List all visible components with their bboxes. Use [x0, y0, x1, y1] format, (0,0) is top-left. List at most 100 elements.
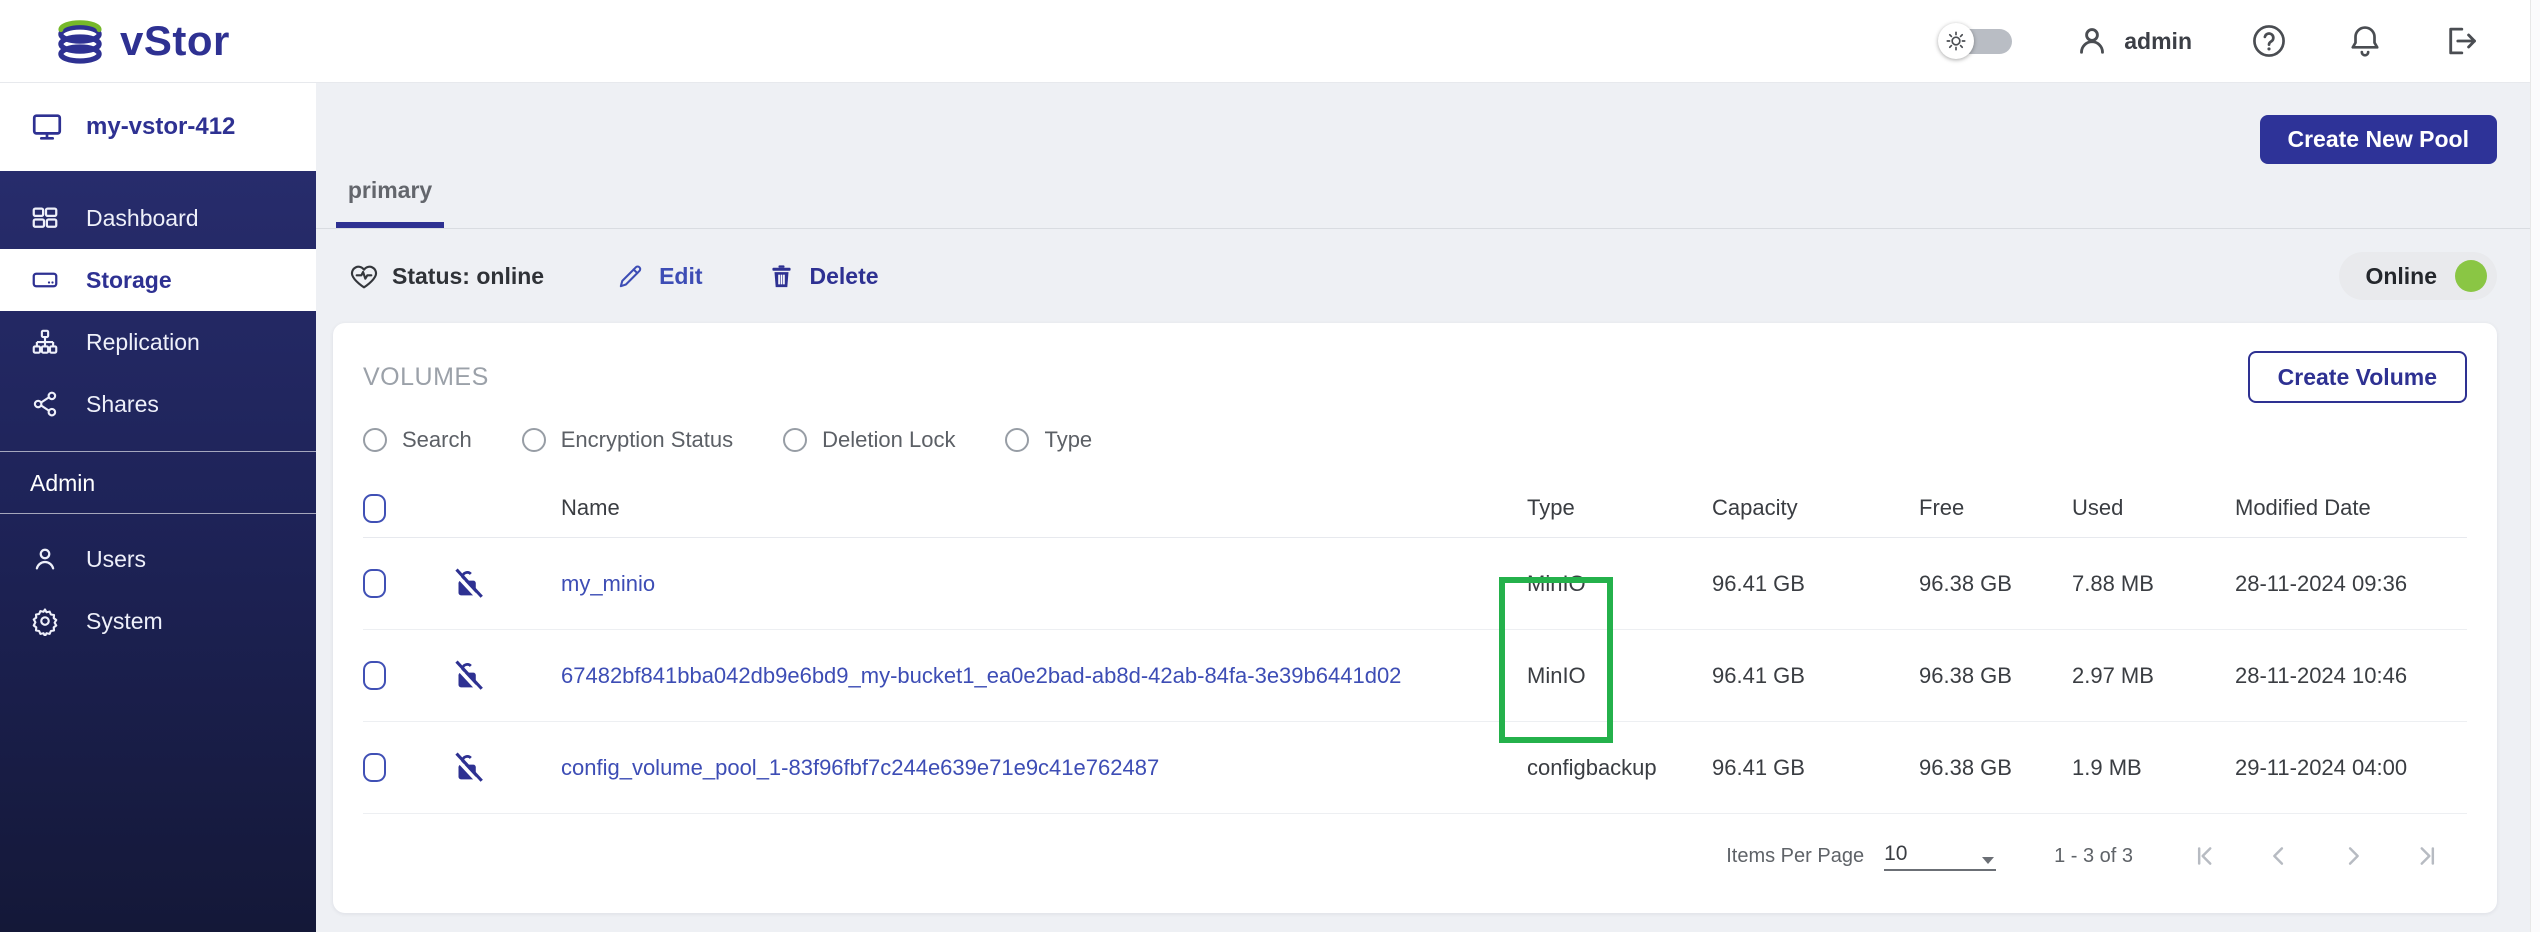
sidebar-item-shares[interactable]: Shares — [0, 373, 316, 435]
volume-free: 96.38 GB — [1857, 755, 2022, 781]
column-header-used: Used — [2022, 495, 2177, 521]
share-icon — [30, 389, 60, 419]
heart-pulse-icon — [348, 260, 380, 292]
gear-icon — [30, 606, 60, 636]
row-checkbox[interactable] — [363, 661, 386, 690]
volume-type: configbackup — [1507, 755, 1657, 781]
dashboard-icon — [30, 203, 60, 233]
database-stack-icon — [52, 15, 108, 67]
sidebar-item-storage[interactable]: Storage — [0, 249, 316, 311]
table-header-row: Name Type Capacity Free Used Modified Da… — [363, 479, 2467, 538]
vstor-logo: vStor — [52, 15, 230, 67]
volumes-table: Name Type Capacity Free Used Modified Da… — [363, 479, 2467, 814]
monitor-icon — [30, 110, 64, 144]
volume-free: 96.38 GB — [1857, 571, 2022, 597]
last-page-icon[interactable] — [2413, 842, 2441, 870]
pool-status-row: Status: online Edit — [316, 229, 2540, 323]
pool-header: Create New Pool primary — [316, 83, 2540, 229]
create-new-pool-button[interactable]: Create New Pool — [2260, 115, 2498, 164]
sidebar-item-dashboard[interactable]: Dashboard — [0, 187, 316, 249]
volume-modified-date: 29-11-2024 04:00 — [2177, 755, 2467, 781]
edit-pool-button[interactable]: Edit — [616, 262, 702, 291]
help-icon[interactable] — [2250, 22, 2288, 60]
notifications-icon[interactable] — [2346, 22, 2384, 60]
node-selector[interactable]: my-vstor-412 — [0, 83, 316, 171]
theme-toggle[interactable] — [1938, 21, 2016, 61]
pool-status: Status: online — [348, 260, 544, 292]
filter-encryption-status[interactable]: Encryption Status — [522, 427, 733, 453]
volume-used: 2.97 MB — [2022, 663, 2177, 689]
circle-icon — [783, 428, 807, 452]
sidebar-item-replication[interactable]: Replication — [0, 311, 316, 373]
volume-name-link[interactable]: config_volume_pool_1-83f96fbf7c244e639e7… — [513, 755, 1507, 781]
select-all-checkbox[interactable] — [363, 494, 386, 523]
user-name: admin — [2124, 28, 2192, 55]
volume-type: MinIO — [1507, 663, 1657, 689]
sidebar-item-label: Replication — [86, 329, 200, 356]
items-per-page-select[interactable]: 10 — [1884, 842, 1996, 871]
filter-search[interactable]: Search — [363, 427, 472, 453]
table-row: my_minio MinIO 96.41 GB 96.38 GB 7.88 MB… — [363, 538, 2467, 630]
main-content: Create New Pool primary Status: online — [316, 83, 2540, 932]
user-icon — [2074, 23, 2110, 59]
volume-capacity: 96.41 GB — [1657, 663, 1857, 689]
sidebar-item-label: Shares — [86, 391, 159, 418]
users-icon — [30, 544, 60, 574]
circle-icon — [1005, 428, 1029, 452]
volume-name-link[interactable]: my_minio — [513, 571, 1507, 597]
create-volume-button[interactable]: Create Volume — [2248, 351, 2467, 403]
sidebar-nav: Dashboard Storage — [0, 171, 316, 932]
top-bar-actions: admin — [1938, 21, 2494, 61]
items-per-page: Items Per Page 10 — [1726, 842, 1996, 871]
column-header-modified-date: Modified Date — [2177, 495, 2467, 521]
volume-modified-date: 28-11-2024 09:36 — [2177, 571, 2467, 597]
volumes-title: VOLUMES — [363, 363, 489, 392]
table-row: config_volume_pool_1-83f96fbf7c244e639e7… — [363, 722, 2467, 814]
storage-icon — [30, 265, 60, 295]
filter-type[interactable]: Type — [1005, 427, 1092, 453]
trash-icon — [767, 262, 796, 291]
row-checkbox[interactable] — [363, 753, 386, 782]
user-menu[interactable]: admin — [2074, 23, 2192, 59]
table-row: 67482bf841bba042db9e6bd9_my-bucket1_ea0e… — [363, 630, 2467, 722]
volume-capacity: 96.41 GB — [1657, 755, 1857, 781]
top-bar: vStor — [0, 0, 2540, 83]
sidebar-item-label: System — [86, 608, 163, 635]
lock-disabled-icon — [421, 659, 513, 693]
items-per-page-value: 10 — [1884, 842, 1907, 866]
previous-page-icon[interactable] — [2265, 842, 2293, 870]
edit-label: Edit — [659, 263, 702, 290]
volume-modified-date: 28-11-2024 10:46 — [2177, 663, 2467, 689]
volume-used: 7.88 MB — [2022, 571, 2177, 597]
tab-primary[interactable]: primary — [336, 177, 444, 228]
status-text: Status: online — [392, 263, 544, 290]
volume-used: 1.9 MB — [2022, 755, 2177, 781]
next-page-icon[interactable] — [2339, 842, 2367, 870]
active-tab-indicator — [336, 222, 444, 228]
sidebar-item-system[interactable]: System — [0, 590, 316, 652]
delete-pool-button[interactable]: Delete — [767, 262, 879, 291]
online-badge-label: Online — [2365, 263, 2437, 290]
volume-type: MinIO — [1507, 571, 1657, 597]
filter-deletion-lock[interactable]: Deletion Lock — [783, 427, 955, 453]
pager-buttons — [2191, 842, 2441, 870]
first-page-icon[interactable] — [2191, 842, 2219, 870]
table-pagination: Items Per Page 10 1 - 3 of 3 — [363, 814, 2467, 898]
sidebar-item-label: Users — [86, 546, 146, 573]
items-per-page-label: Items Per Page — [1726, 845, 1864, 868]
scrollbar-track[interactable] — [2530, 0, 2540, 932]
sitemap-icon — [30, 327, 60, 357]
pencil-icon — [616, 262, 645, 291]
pagination-range: 1 - 3 of 3 — [2054, 845, 2133, 868]
volumes-card-header: VOLUMES Create Volume — [363, 351, 2467, 403]
volume-capacity: 96.41 GB — [1657, 571, 1857, 597]
row-checkbox[interactable] — [363, 569, 386, 598]
sidebar-item-users[interactable]: Users — [0, 528, 316, 590]
logout-icon[interactable] — [2442, 22, 2480, 60]
column-header-capacity: Capacity — [1657, 495, 1857, 521]
column-header-free: Free — [1857, 495, 2022, 521]
node-name: my-vstor-412 — [86, 113, 235, 141]
sidebar-item-label: Storage — [86, 267, 172, 294]
sidebar: my-vstor-412 Dashboard Sto — [0, 83, 316, 932]
volume-name-link[interactable]: 67482bf841bba042db9e6bd9_my-bucket1_ea0e… — [513, 663, 1507, 689]
